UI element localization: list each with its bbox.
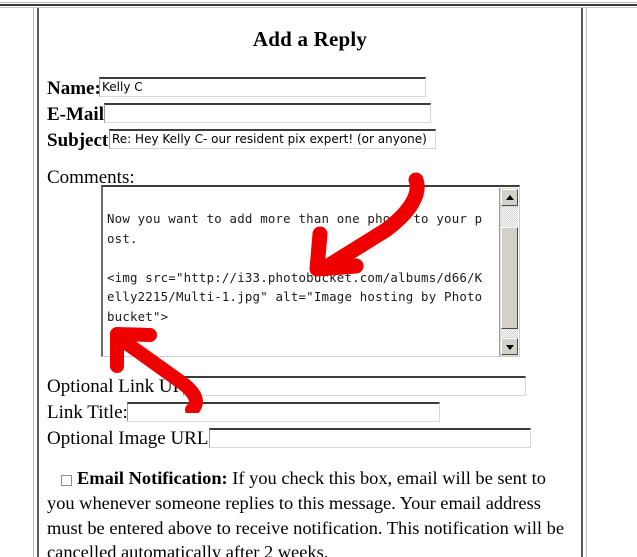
scroll-down-button[interactable] <box>501 338 518 355</box>
comments-scrollbar[interactable] <box>499 188 518 356</box>
image-url-label: Optional Image URL: <box>47 428 214 449</box>
image-url-input[interactable] <box>209 428 531 448</box>
scroll-up-button[interactable] <box>501 189 518 206</box>
scroll-up-arrow-icon <box>505 194 514 200</box>
email-input[interactable] <box>104 103 431 123</box>
page-frame-left-outer <box>33 8 34 557</box>
window-top-rule-thick <box>0 4 637 6</box>
page-title: Add a Reply <box>252 27 368 51</box>
link-url-input[interactable] <box>183 376 526 396</box>
comments-textarea[interactable]: Now you want to add more than one photo … <box>101 185 520 357</box>
scrollbar-thumb[interactable] <box>501 227 518 329</box>
name-label: Name: <box>47 78 101 99</box>
name-input[interactable]: Kelly C <box>99 77 426 97</box>
page-frame-right-inner <box>581 8 583 557</box>
link-url-label: Optional Link URL: <box>47 376 203 397</box>
reply-form-document: Add a Reply Name: Kelly C E-Mail: Subjec… <box>39 8 581 557</box>
email-notification-label: Email Notification: <box>77 468 228 488</box>
link-title-label: Link Title: <box>47 402 128 423</box>
subject-input[interactable]: Re: Hey Kelly C- our resident pix expert… <box>109 129 436 149</box>
email-notification-text: Email Notification: If you check this bo… <box>47 466 575 557</box>
email-label: E-Mail: <box>47 104 111 125</box>
screenshot-root: Add a Reply Name: Kelly C E-Mail: Subjec… <box>0 0 637 557</box>
window-top-rule-thin <box>0 2 637 3</box>
link-title-input[interactable] <box>127 402 440 422</box>
scroll-down-arrow-icon <box>505 344 514 350</box>
email-notification-block: Email Notification: If you check this bo… <box>47 466 575 557</box>
email-notification-checkbox[interactable] <box>61 475 72 486</box>
page-frame-right-outer <box>586 8 587 557</box>
comments-textarea-value: Now you want to add more than one photo … <box>107 211 483 324</box>
subject-label: Subject: <box>47 130 115 151</box>
